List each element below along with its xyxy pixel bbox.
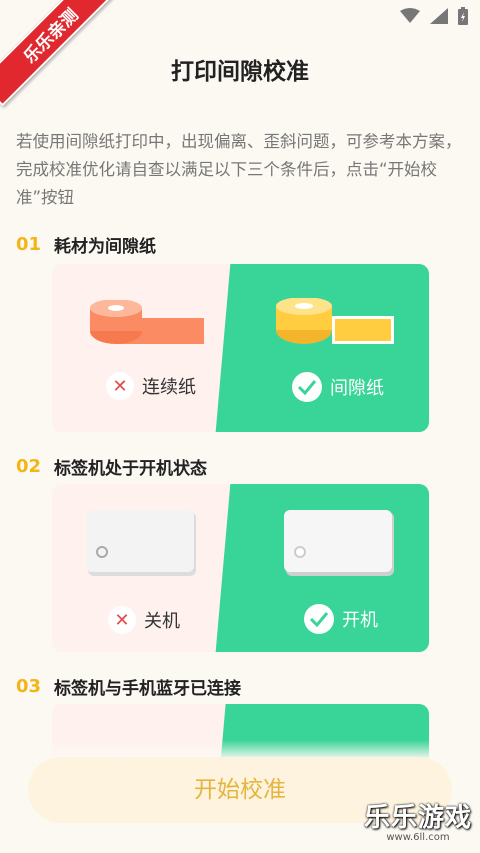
section-3-header: 03 标签机与手机蓝牙已连接 [16, 674, 241, 699]
bad-option: ✕ 关机 [108, 606, 180, 634]
bad-option-label: 关机 [144, 611, 180, 632]
continuous-paper-roll [90, 300, 204, 344]
section-number: 01 [16, 234, 42, 255]
section-title: 标签机与手机蓝牙已连接 [54, 679, 241, 699]
watermark: 乐乐游戏 www.6ll.com [364, 797, 472, 843]
power-state-card: ✕ 关机 开机 [52, 484, 429, 652]
printer-off-image [86, 510, 196, 576]
battery-icon [458, 7, 468, 25]
section-number: 02 [16, 456, 42, 477]
intro-text: 若使用间隙纸打印中，出现偏离、歪斜问题，可参考本方案，完成校准优化请自查以满足以… [16, 132, 462, 207]
check-icon [304, 604, 334, 634]
section-2-header: 02 标签机处于开机状态 [16, 454, 207, 479]
good-option-label: 开机 [342, 610, 378, 631]
good-option: 开机 [304, 604, 378, 634]
good-option: 间隙纸 [292, 372, 384, 402]
section-1-header: 01 耗材为间隙纸 [16, 232, 156, 257]
header: 打印间隙校准 [0, 34, 480, 98]
gap-paper-roll [276, 298, 394, 344]
bad-option: ✕ 连续纸 [106, 372, 196, 400]
good-option-label: 间隙纸 [330, 378, 384, 399]
bad-option-label: 连续纸 [142, 377, 196, 398]
section-title: 耗材为间隙纸 [54, 237, 156, 257]
section-number: 03 [16, 676, 42, 697]
printer-on-image [284, 510, 394, 576]
cross-icon: ✕ [106, 372, 134, 400]
signal-icon [430, 8, 448, 24]
wifi-icon [400, 8, 420, 23]
watermark-brand: 乐乐游戏 [363, 803, 472, 833]
check-icon [292, 372, 322, 402]
section-title: 标签机处于开机状态 [54, 459, 207, 479]
cross-icon: ✕ [108, 606, 136, 634]
paper-type-card: ✕ 连续纸 间隙纸 [52, 264, 429, 432]
page-title: 打印间隙校准 [171, 59, 309, 85]
